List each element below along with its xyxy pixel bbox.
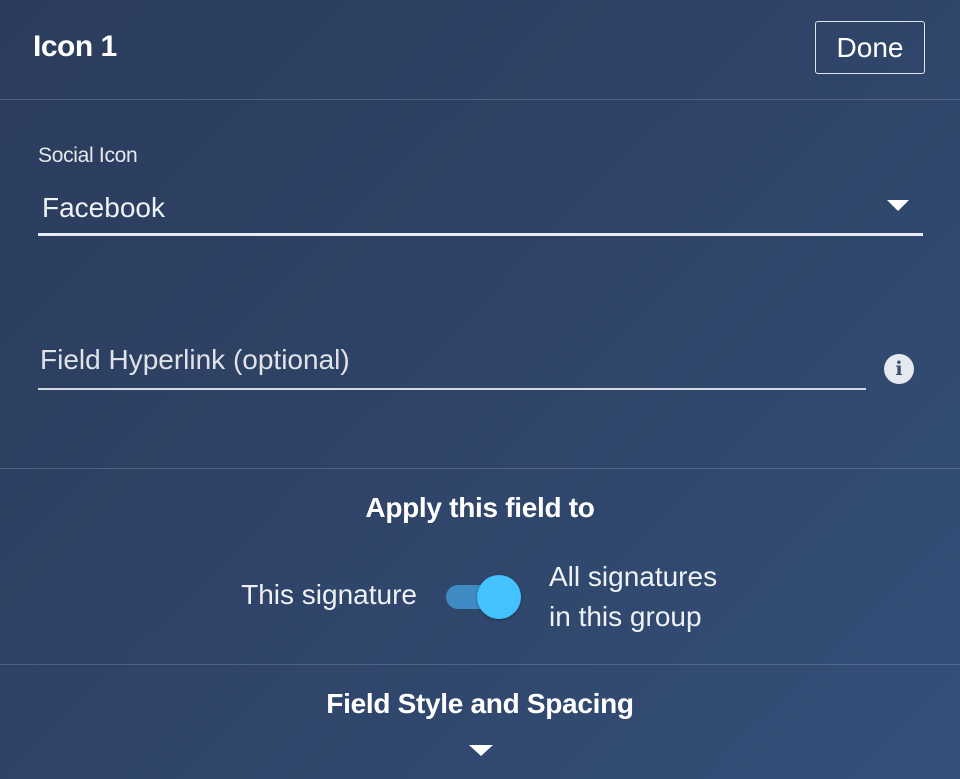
this-signature-label: This signature — [241, 579, 417, 610]
social-icon-select[interactable]: Facebook — [38, 184, 923, 236]
done-button[interactable]: Done — [815, 21, 925, 74]
all-signatures-label-line2: in this group — [549, 601, 702, 632]
divider — [0, 664, 960, 665]
field-hyperlink-input[interactable] — [38, 338, 866, 390]
info-icon[interactable]: i — [884, 354, 914, 384]
panel-title: Icon 1 — [33, 30, 117, 63]
apply-scope-toggle[interactable] — [445, 574, 523, 620]
social-icon-label: Social Icon — [38, 144, 138, 167]
expand-chevron-down-icon[interactable] — [469, 745, 493, 756]
toggle-knob — [477, 575, 521, 619]
divider — [0, 468, 960, 469]
social-icon-selected-value: Facebook — [42, 192, 165, 223]
panel-header: Icon 1 Done — [0, 0, 960, 100]
field-style-spacing-title[interactable]: Field Style and Spacing — [0, 688, 960, 720]
all-signatures-label: All signatures in this group — [549, 557, 717, 637]
apply-field-title: Apply this field to — [365, 492, 595, 523]
chevron-down-icon — [887, 200, 909, 211]
all-signatures-label-line1: All signatures — [549, 561, 718, 592]
